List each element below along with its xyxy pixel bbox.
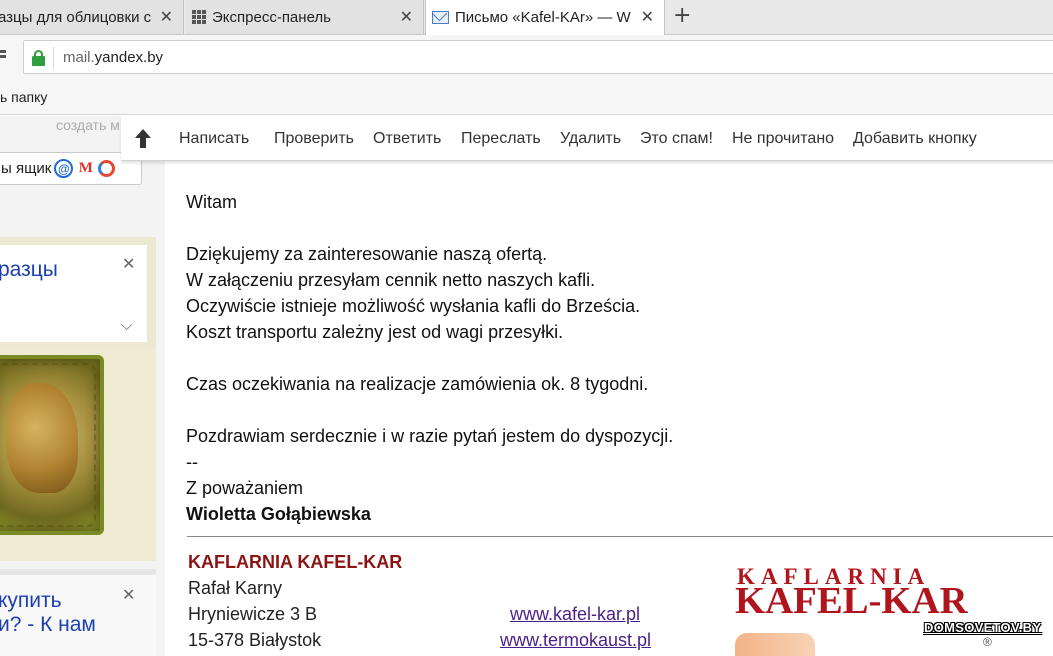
rambler-icon[interactable] [98, 160, 116, 177]
watermark: DOMSOVETOV.BY [924, 620, 1042, 635]
lock-icon [32, 50, 45, 66]
mail-action-toolbar: Написать Проверить Ответить Переслать Уд… [121, 116, 1053, 161]
address-bar[interactable]: mail.yandex.by [23, 40, 1053, 74]
ad-banner-2[interactable]: купить и? - К нам ✕ [0, 569, 156, 656]
compose-button[interactable]: Написать [179, 130, 249, 148]
chevron-down-icon[interactable]: ⌵ [121, 316, 132, 334]
body-line: Oczywiście istnieje możliwość wysłania k… [186, 296, 641, 316]
divider [53, 47, 54, 69]
spam-button[interactable]: Это спам! [640, 130, 713, 148]
url-prefix: mail. [63, 49, 95, 66]
close-icon[interactable]: ✕ [122, 254, 135, 273]
mailru-icon[interactable]: @ [54, 159, 74, 178]
logo-flame [735, 633, 815, 656]
url-domain: yandex.by [94, 49, 164, 66]
body-line: Koszt transportu zależny jest od wagi pr… [186, 322, 564, 342]
close-icon[interactable]: ✕ [400, 7, 413, 26]
logo-text: KAFEL-KAR [735, 580, 968, 622]
reply-button[interactable]: Ответить [373, 130, 441, 148]
body-line: Pozdrawiam serdecznie i w razie pytań je… [186, 426, 674, 446]
create-folder-link[interactable]: создать м [56, 117, 120, 133]
check-mail-button[interactable]: Проверить [274, 130, 354, 148]
new-tab-button[interactable]: + [673, 3, 691, 28]
tab-title: азцы для облицовки с [0, 8, 152, 26]
add-button-button[interactable]: Добавить кнопку [853, 130, 977, 148]
registered-mark: ® [983, 635, 992, 649]
close-icon[interactable]: ✕ [641, 7, 654, 26]
ad-image[interactable] [0, 347, 156, 561]
tab-express-panel[interactable]: Экспресс-панель ✕ [186, 0, 424, 34]
close-icon[interactable]: ✕ [122, 585, 135, 604]
tab-title: Письмо «Kafel-KAr» — Wi [455, 9, 631, 26]
tab-mail-message[interactable]: Письмо «Kafel-KAr» — Wi ✕ [425, 0, 665, 35]
street-address: Hryniewicze 3 B [188, 604, 318, 624]
ad-text-line[interactable]: купить [0, 589, 62, 613]
bookmarks-bar: ь папку [0, 81, 1053, 115]
gmail-icon[interactable]: M [76, 159, 95, 178]
dashes: -- [186, 452, 198, 472]
city-address: 15-378 Białystok [188, 630, 322, 650]
greeting: Witam [186, 192, 237, 212]
close-icon[interactable]: ✕ [160, 7, 173, 26]
ad-banner[interactable] [0, 237, 156, 561]
body-line: Dziękujemy za zainteresowanie naszą ofer… [186, 244, 548, 264]
menu-icon[interactable] [0, 50, 6, 64]
grid-icon [192, 10, 206, 24]
mark-unread-button[interactable]: Не прочитано [732, 130, 834, 148]
browser-toolbar: mail.yandex.by [0, 35, 1053, 81]
bookmark-folder[interactable]: ь папку [0, 89, 47, 105]
sender-name: Wioletta Gołąbiewska [186, 504, 371, 524]
arrow-up-icon[interactable] [135, 129, 151, 149]
tab-strip: азцы для облицовки с ✕ Экспресс-панель ✕… [0, 0, 1053, 35]
tab-tiles-samples[interactable]: азцы для облицовки с ✕ [0, 0, 184, 34]
signature-divider [187, 536, 1053, 537]
ad-text-line[interactable]: и? - К нам [0, 613, 96, 637]
ad-title[interactable]: разцы [0, 258, 58, 282]
mailbox-label: ы ящик [1, 160, 52, 177]
website-link[interactable]: www.termokaust.pl [500, 630, 651, 651]
contact-person: Rafał Karny [188, 578, 283, 598]
forward-button[interactable]: Переслать [461, 130, 541, 148]
website-link[interactable]: www.kafel-kar.pl [510, 604, 640, 625]
body-line: Czas oczekiwania na realizacje zamówieni… [186, 374, 649, 394]
regards: Z poważaniem [186, 478, 304, 498]
tab-title: Экспресс-панель [212, 8, 331, 26]
message-body: Witam Dziękujemy za zainteresowanie nasz… [165, 161, 1053, 656]
url-text[interactable]: mail.yandex.by [63, 49, 163, 66]
company-name: KAFLARNIA KAFEL-KAR [188, 552, 403, 572]
tile-picture [0, 355, 104, 535]
body-line: W załączeniu przesyłam cennik netto nasz… [186, 270, 596, 290]
delete-button[interactable]: Удалить [560, 130, 621, 148]
envelope-icon [432, 11, 449, 24]
